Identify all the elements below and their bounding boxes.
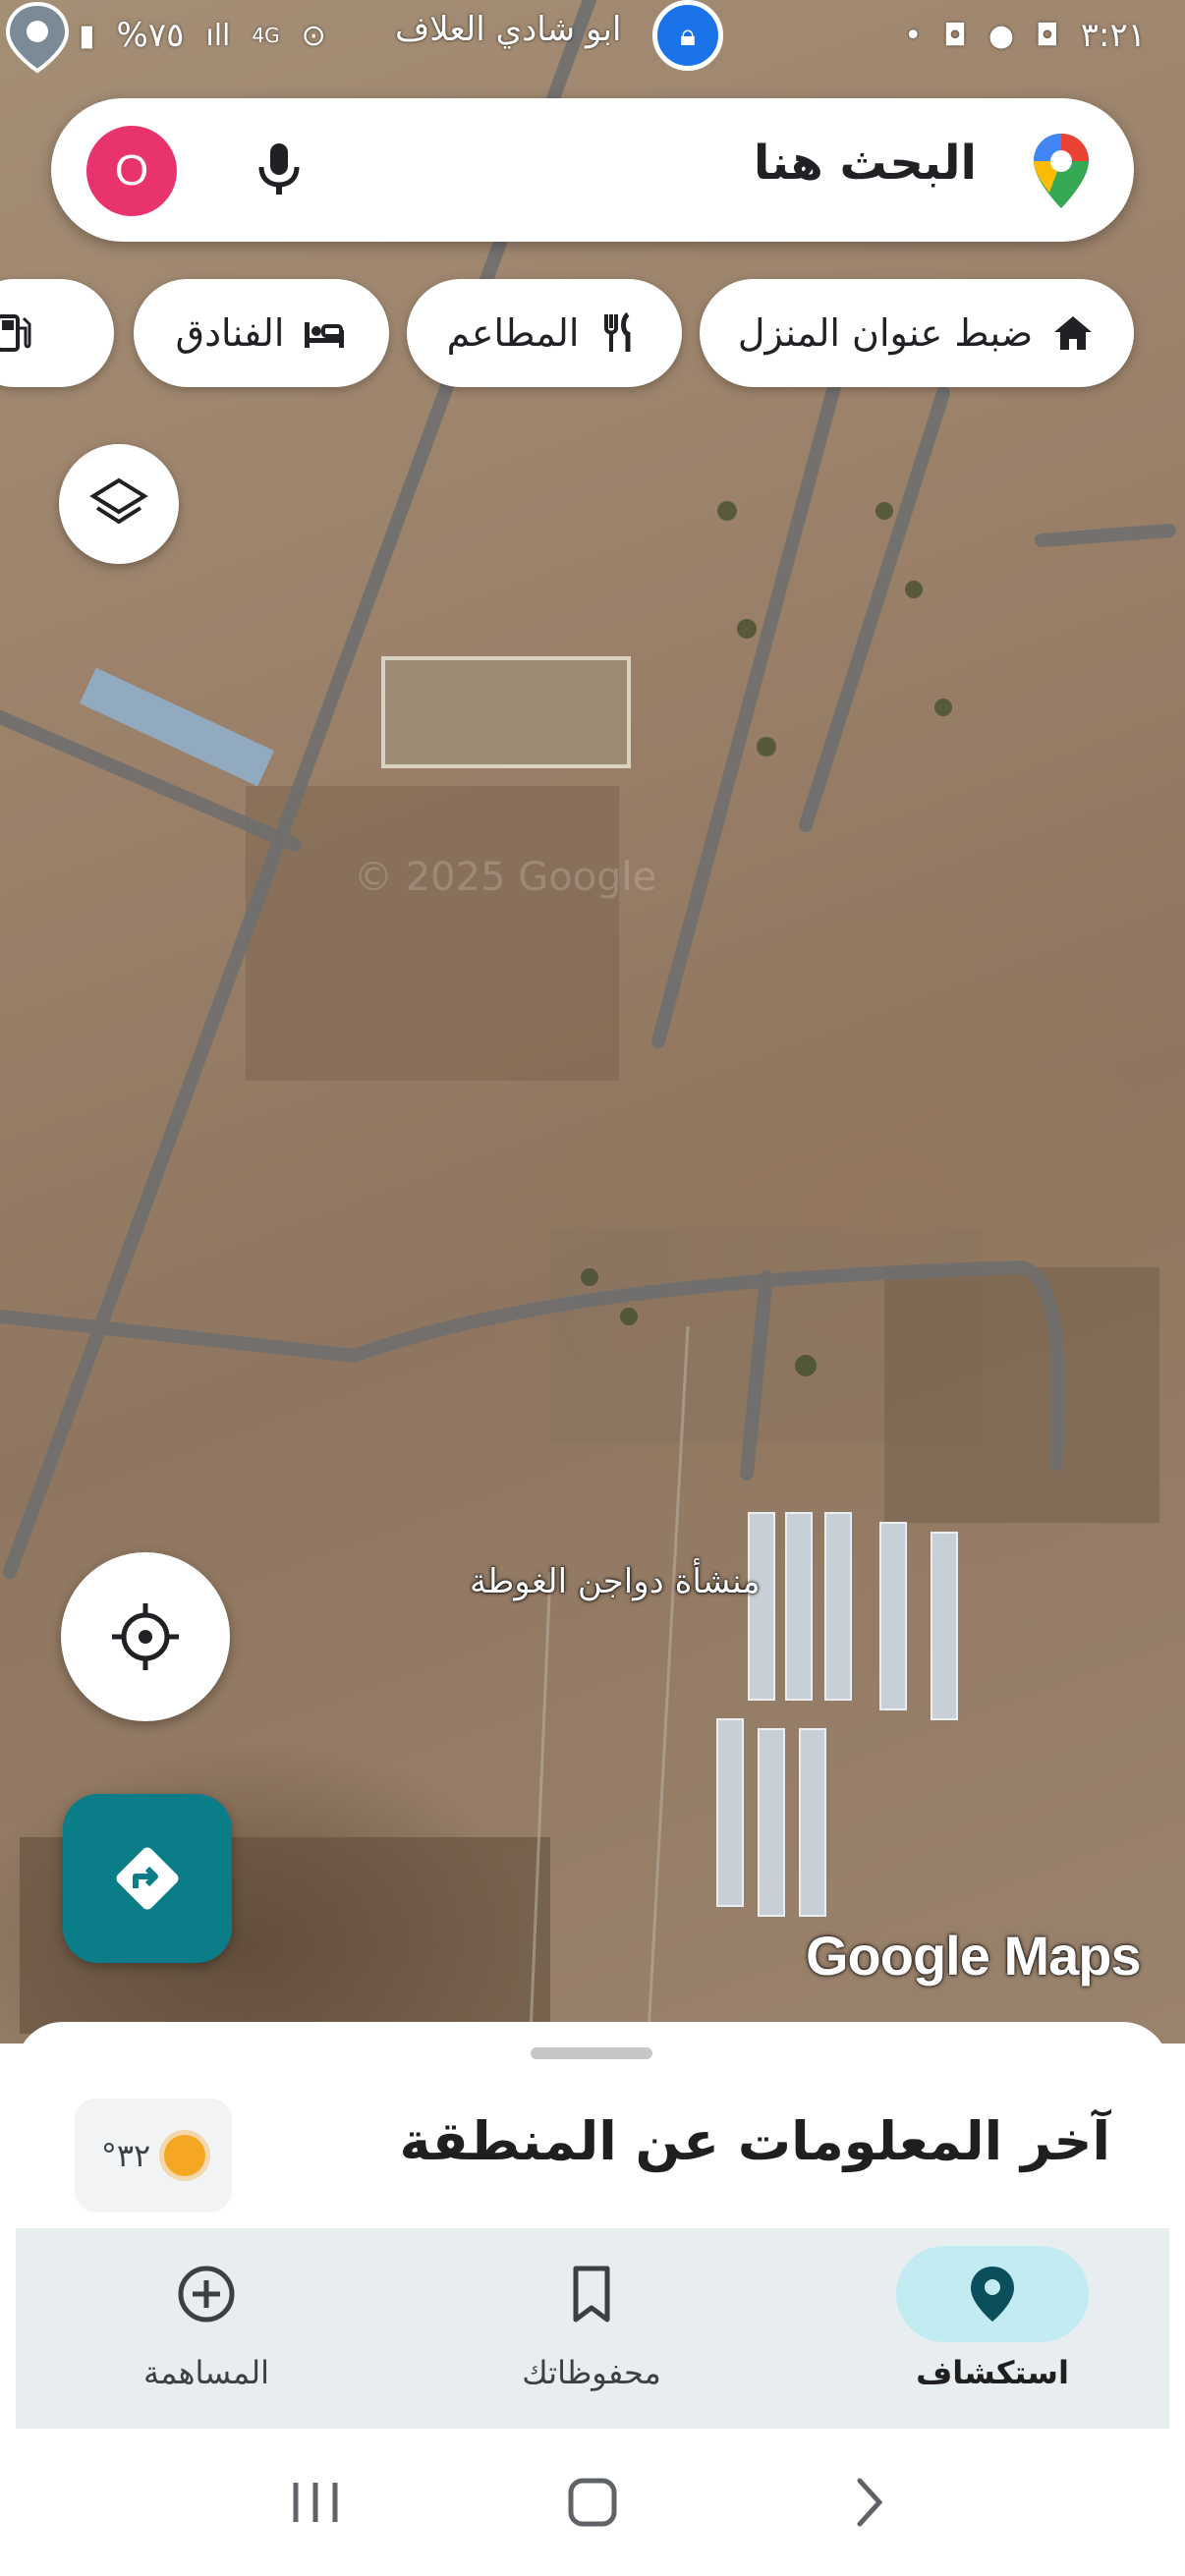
microphone-icon[interactable] — [248, 138, 310, 200]
instagram-icon-2: ◘ — [1036, 18, 1059, 53]
search-input[interactable]: البحث هنا — [754, 136, 977, 191]
signal-icon: ıll — [205, 18, 231, 53]
my-location-button[interactable] — [61, 1552, 230, 1721]
nav-label: المساهمة — [143, 2354, 269, 2391]
tab-contribute[interactable]: المساهمة — [79, 2246, 334, 2413]
temperature: ٣٢° — [100, 2137, 151, 2174]
location-status-icon: ⊙ — [301, 18, 326, 53]
add-circle-icon — [178, 2266, 235, 2323]
battery-level: %٧٥ — [116, 16, 185, 55]
tab-saved[interactable]: محفوظاتك — [464, 2246, 719, 2413]
clock: ٣:٢١ — [1080, 16, 1146, 55]
home-icon — [1054, 316, 1093, 350]
google-maps-logo: Google Maps — [806, 1925, 1142, 1987]
nav-icon-container — [495, 2246, 688, 2342]
map-copyright-watermark: © 2025 Google — [354, 855, 657, 900]
avatar[interactable]: O — [86, 126, 177, 216]
layers-button[interactable] — [59, 444, 179, 564]
lock-pin-icon: 🔒︎ — [652, 0, 723, 71]
map-location-title: ابو شادي العلاف — [395, 10, 622, 49]
chip-label: الفنادق — [175, 311, 285, 355]
home-system-button[interactable] — [543, 2453, 642, 2551]
search-bar[interactable]: البحث هنا O — [51, 98, 1134, 242]
status-right: • ◘ ● ◘ ٣:٢١ — [904, 16, 1146, 55]
category-chips: ضبط عنوان المنزل المطاعم الفنادق — [0, 279, 1185, 387]
dot-icon: • — [904, 18, 923, 53]
hotel-icon — [305, 322, 345, 348]
chip-label: المطاعم — [446, 311, 580, 355]
place-label[interactable]: منشأة دواجن الغوطة — [470, 1562, 761, 1601]
google-maps-pin-icon — [1034, 134, 1089, 208]
directions-icon — [116, 1847, 179, 1910]
recent-apps-button[interactable] — [266, 2453, 365, 2551]
sheet-drag-handle[interactable] — [531, 2047, 652, 2059]
instagram-icon: ◘ — [943, 18, 967, 53]
gas-station-icon — [0, 314, 31, 352]
my-location-icon — [112, 1603, 179, 1670]
battery-icon: ▮ — [79, 18, 95, 53]
chip-label: ضبط عنوان المنزل — [737, 311, 1034, 355]
directions-button[interactable] — [63, 1794, 232, 1963]
sun-icon — [164, 2135, 206, 2176]
nav-icon-container — [896, 2246, 1089, 2342]
chip-set-home[interactable]: ضبط عنوان المنزل — [700, 279, 1134, 387]
recent-apps-icon — [293, 2483, 338, 2522]
sheet-title: آخر المعلومات عن المنطقة — [399, 2110, 1111, 2172]
network-type: 4G — [252, 24, 280, 47]
bookmark-icon — [573, 2266, 610, 2323]
system-navigation-bar — [0, 2429, 1185, 2576]
home-square-icon — [568, 2478, 617, 2527]
restaurant-icon — [604, 311, 631, 352]
chip-restaurants[interactable]: المطاعم — [407, 279, 682, 387]
back-chevron-icon — [857, 2478, 883, 2527]
nav-label: استكشاف — [916, 2354, 1069, 2391]
bottom-navigation: استكشاف محفوظاتك المساهمة — [16, 2228, 1169, 2429]
status-left: ▮ %٧٥ ıll 4G ⊙ — [79, 16, 326, 55]
nav-label: محفوظاتك — [522, 2354, 661, 2391]
nav-icon-container — [110, 2246, 303, 2342]
explore-pin-icon — [971, 2267, 1014, 2322]
layers-icon — [89, 477, 148, 525]
chat-icon: ● — [988, 18, 1015, 53]
tab-explore[interactable]: استكشاف — [865, 2246, 1120, 2413]
weather-chip[interactable]: ٣٢° — [75, 2099, 232, 2212]
back-button[interactable] — [820, 2453, 919, 2551]
bottom-sheet[interactable]: آخر المعلومات عن المنطقة ٣٢° — [16, 2022, 1169, 2230]
chip-hotels[interactable]: الفنادق — [134, 279, 389, 387]
chip-gas-stations[interactable] — [0, 279, 114, 387]
